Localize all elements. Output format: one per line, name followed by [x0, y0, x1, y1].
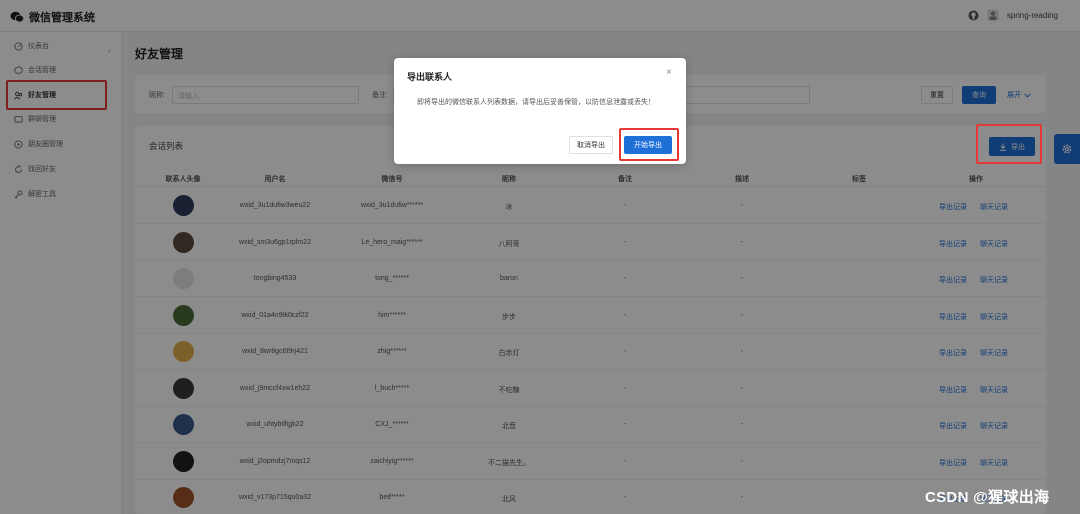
cancel-export-button[interactable]: 取消导出 [569, 136, 613, 154]
dialog-message: 即将导出的微信联系人列表数据，请导出后妥善保管，以防信息泄露或丢失！ [417, 99, 655, 106]
dialog-title: 导出联系人 [407, 72, 453, 82]
export-contacts-dialog: 导出联系人 × 即将导出的微信联系人列表数据，请导出后妥善保管，以防信息泄露或丢… [394, 58, 686, 164]
confirm-highlight-box [619, 128, 679, 161]
close-icon[interactable]: × [666, 67, 672, 78]
watermark: CSDN @猩球出海 [925, 489, 1050, 506]
export-highlight-box [976, 124, 1042, 164]
